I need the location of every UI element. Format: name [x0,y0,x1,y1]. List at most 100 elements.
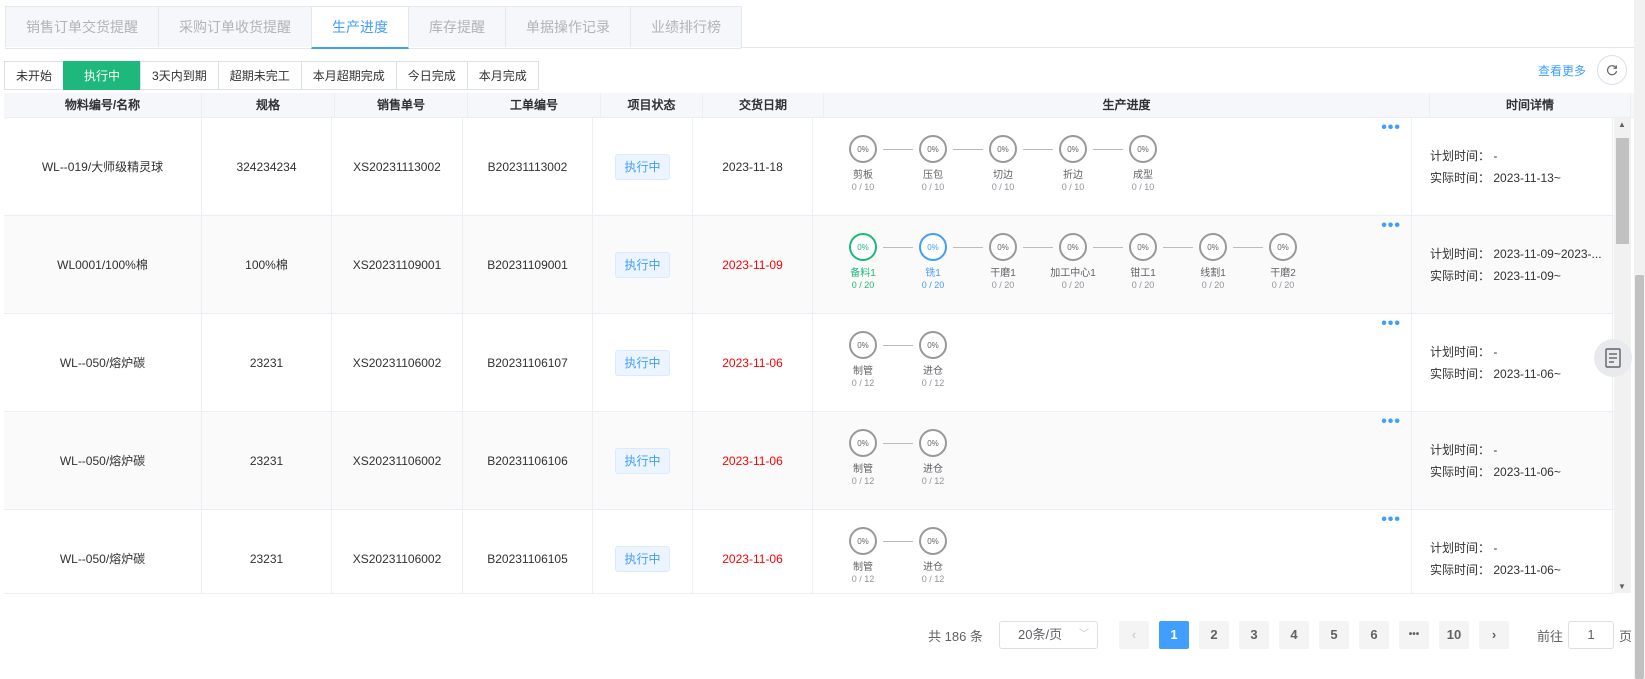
filter-today-done[interactable]: 今日完成 [395,61,468,90]
more-dots-icon[interactable]: ••• [1381,120,1401,136]
process-step[interactable]: 0% 进仓 0 / 12 [913,527,953,585]
step-count: 0 / 12 [851,476,875,486]
step-name: 进仓 [923,562,943,573]
step-connector [1023,247,1053,248]
cell-status: 执行中 [593,216,693,313]
chevron-down-icon: ﹀ [1079,629,1089,640]
filter-not-started[interactable]: 未开始 [4,61,65,90]
cell-progress: 0% 剪板 0 / 10 0% 压包 0 / 10 0% 切边 0 / 10 0… [813,118,1412,215]
tab-purchase-receipt[interactable]: 采购订单收货提醒 [158,6,312,47]
cell-status: 执行中 [593,412,693,509]
step-connector [1023,149,1053,150]
more-dots-icon[interactable]: ••• [1381,218,1401,234]
process-step[interactable]: 0% 制管 0 / 12 [843,331,883,389]
cell-work-no: B20231109001 [463,216,593,313]
page-scrollbar[interactable] [1634,0,1645,679]
scroll-down-arrow[interactable]: ▼ [1618,582,1626,591]
process-step[interactable]: 0% 切边 0 / 10 [983,135,1023,193]
actual-time-line: 实际时间： 2023-11-06~ [1426,559,1604,581]
cell-time-detail: 计划时间： - 实际时间： 2023-11-06~ [1412,314,1613,411]
document-icon [1605,348,1621,368]
process-step[interactable]: 0% 成型 0 / 10 [1123,135,1163,193]
page-ellipsis[interactable]: ••• [1399,621,1429,649]
tab-production-progress[interactable]: 生产进度 [311,6,409,49]
process-step[interactable]: 0% 干磨1 0 / 20 [983,233,1023,291]
step-name: 剪板 [853,170,873,181]
process-step[interactable]: 0% 线割1 0 / 20 [1193,233,1233,291]
process-step[interactable]: 0% 备料1 0 / 20 [843,233,883,291]
more-dots-icon[interactable]: ••• [1381,414,1401,430]
step-connector [883,443,913,444]
step-name: 成型 [1133,170,1153,181]
filter-in-progress[interactable]: 执行中 [63,61,142,90]
prev-page-button[interactable]: ‹ [1119,621,1149,649]
cell-time-detail: 计划时间： - 实际时间： 2023-11-13~ [1412,118,1613,215]
tab-performance-ranking[interactable]: 业绩排行榜 [630,6,742,47]
process-step[interactable]: 0% 铣1 0 / 20 [913,233,953,291]
tab-operation-log[interactable]: 单据操作记录 [505,6,631,47]
filter-overdue-unfinished[interactable]: 超期未完工 [217,61,302,90]
more-dots-icon[interactable]: ••• [1381,512,1401,528]
more-dots-icon[interactable]: ••• [1381,316,1401,332]
step-count: 0 / 20 [851,280,875,290]
cell-work-no: B20231106107 [463,314,593,411]
table-row[interactable]: WL0001/100%棉 100%棉 XS20231109001 B202311… [4,216,1614,314]
actual-time-line: 实际时间： 2023-11-13~ [1426,167,1604,189]
filter-month-overdue-done[interactable]: 本月超期完成 [300,61,397,90]
process-steps: 0% 剪板 0 / 10 0% 压包 0 / 10 0% 切边 0 / 10 0… [843,135,1163,193]
process-step[interactable]: 0% 制管 0 / 12 [843,527,883,585]
next-page-button[interactable]: › [1479,621,1509,649]
process-step[interactable]: 0% 加工中心1 0 / 20 [1050,233,1096,291]
col-status: 项目状态 [601,93,703,117]
view-more-link[interactable]: 查看更多 [1538,62,1586,79]
table-row[interactable]: WL--019/大师级精灵球 324234234 XS20231113002 B… [4,118,1614,216]
plan-time-label: 计划时间： [1429,344,1490,359]
cell-material: WL--050/熔炉碳 [4,314,202,411]
page-6[interactable]: 6 [1359,621,1389,649]
table-row[interactable]: WL--050/熔炉碳 23231 XS20231106002 B2023110… [4,412,1614,510]
page-2[interactable]: 2 [1199,621,1229,649]
page-1[interactable]: 1 [1159,621,1189,649]
goto-label: 前往 [1537,629,1564,644]
scroll-up-arrow[interactable]: ▲ [1618,120,1626,129]
step-progress-circle: 0% [989,135,1017,163]
process-step[interactable]: 0% 压包 0 / 10 [913,135,953,193]
step-connector [953,247,983,248]
goto-page-input[interactable]: 1 [1568,621,1614,649]
process-step[interactable]: 0% 折边 0 / 10 [1053,135,1093,193]
step-count: 0 / 12 [921,378,945,388]
actual-time-line: 实际时间： 2023-11-06~ [1426,461,1604,483]
process-step[interactable]: 0% 进仓 0 / 12 [913,331,953,389]
page-4[interactable]: 4 [1279,621,1309,649]
table-row[interactable]: WL--050/熔炉碳 23231 XS20231106002 B2023110… [4,510,1614,593]
page-5[interactable]: 5 [1319,621,1349,649]
filter-month-done[interactable]: 本月完成 [466,61,539,90]
status-badge: 执行中 [615,447,670,474]
page-size-select[interactable]: 20条/页 ﹀ [999,621,1098,649]
step-name: 加工中心1 [1050,268,1096,279]
refresh-button[interactable] [1597,55,1627,85]
process-step[interactable]: 0% 制管 0 / 12 [843,429,883,487]
status-badge: 执行中 [615,153,670,180]
filter-due-3-days[interactable]: 3天内到期 [140,61,219,90]
page-scroll-thumb[interactable] [1635,275,1644,679]
process-step[interactable]: 0% 钳工1 0 / 20 [1123,233,1163,291]
cell-spec: 100%棉 [202,216,332,313]
step-connector [883,541,913,542]
page-10[interactable]: 10 [1439,621,1469,649]
tab-sales-delivery[interactable]: 销售订单交货提醒 [5,6,159,47]
process-step[interactable]: 0% 进仓 0 / 12 [913,429,953,487]
actual-time-value: 2023-11-06~ [1493,562,1561,577]
step-connector [883,345,913,346]
process-step[interactable]: 0% 干磨2 0 / 20 [1263,233,1303,291]
page-3[interactable]: 3 [1239,621,1269,649]
tab-inventory[interactable]: 库存提醒 [408,6,506,47]
step-name: 制管 [853,366,873,377]
step-name: 备料1 [850,268,876,279]
table-scroll-thumb[interactable] [1616,138,1629,244]
step-name: 进仓 [923,366,943,377]
process-step[interactable]: 0% 剪板 0 / 10 [843,135,883,193]
step-count: 0 / 20 [1201,280,1225,290]
table-row[interactable]: WL--050/熔炉碳 23231 XS20231106002 B2023110… [4,314,1614,412]
document-float-button[interactable] [1594,339,1632,377]
